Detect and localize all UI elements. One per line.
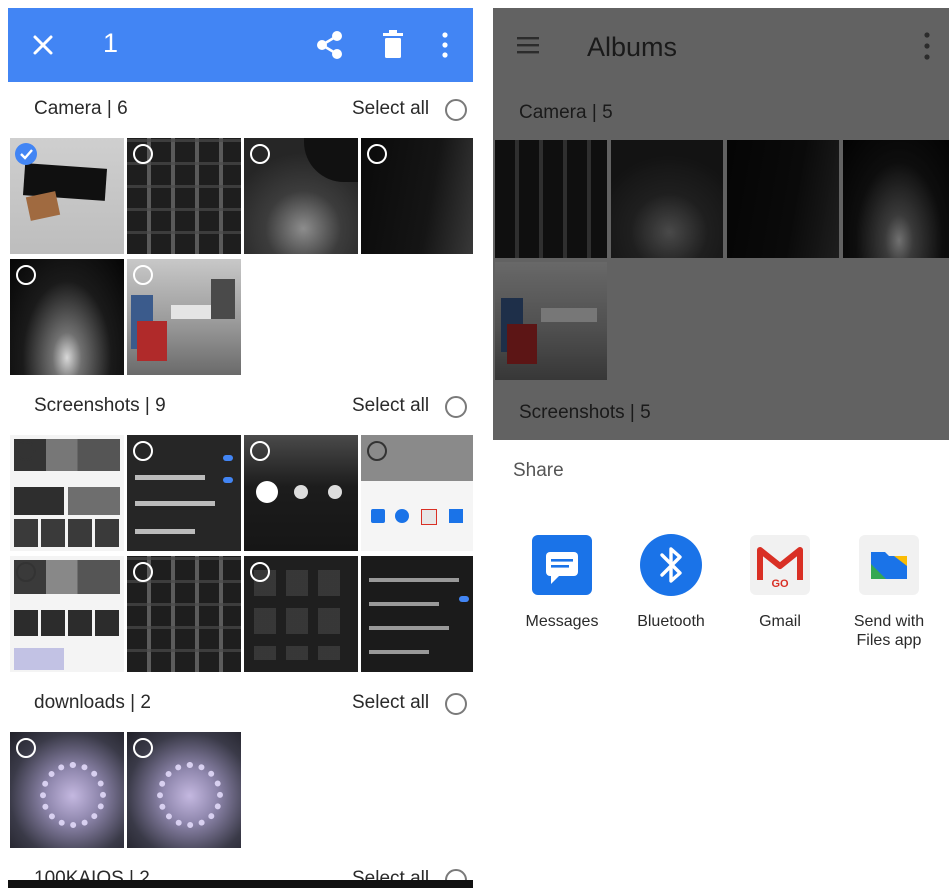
share-app-gmail[interactable]: GO Gmail (725, 532, 835, 631)
photo-tile[interactable] (10, 556, 124, 672)
photo-tile[interactable] (10, 732, 124, 848)
share-app-label: Messages (525, 613, 599, 630)
photo-tile[interactable] (361, 556, 473, 672)
navigation-bar (8, 880, 473, 888)
select-circle-icon[interactable] (133, 265, 153, 285)
photo-picker-panel: 1 Camera | 6 Select all Screenshots | 9 … (8, 8, 473, 888)
share-app-messages[interactable]: Messages (507, 532, 617, 631)
select-all-circle-icon[interactable] (445, 693, 467, 715)
albums-screen: Albums Camera | 5 Screenshots | 5 (493, 8, 949, 440)
select-all-circle-icon[interactable] (445, 396, 467, 418)
select-circle-icon[interactable] (16, 441, 36, 461)
select-circle-icon[interactable] (133, 738, 153, 758)
share-app-label: Bluetooth (637, 613, 705, 630)
section-header-downloads: downloads | 2 Select all (8, 684, 473, 724)
select-circle-icon[interactable] (133, 441, 153, 461)
select-all-button[interactable]: Select all (352, 395, 429, 417)
select-circle-icon[interactable] (133, 144, 153, 164)
select-circle-icon[interactable] (250, 144, 270, 164)
select-circle-icon[interactable] (250, 441, 270, 461)
photo-tile[interactable] (127, 732, 241, 848)
select-circle-icon[interactable] (16, 738, 36, 758)
select-all-button[interactable]: Select all (352, 692, 429, 714)
trash-icon[interactable] (376, 28, 410, 62)
photo-tile[interactable] (10, 259, 124, 375)
share-app-label: Send with Files app (853, 613, 925, 649)
select-all-circle-icon[interactable] (445, 99, 467, 121)
photo-tile[interactable] (127, 259, 241, 375)
select-all-button[interactable]: Select all (352, 98, 429, 120)
select-circle-icon[interactable] (367, 441, 387, 461)
share-app-label: Gmail (759, 613, 801, 630)
share-sheet-title: Share (513, 460, 564, 481)
select-circle-icon[interactable] (367, 144, 387, 164)
photo-tile[interactable] (127, 138, 241, 254)
photo-tile[interactable] (361, 435, 473, 551)
messages-icon (529, 532, 595, 598)
close-icon[interactable] (28, 30, 58, 60)
photo-tile[interactable] (127, 435, 241, 551)
share-app-bluetooth[interactable]: Bluetooth (616, 532, 726, 631)
photo-tile[interactable] (244, 138, 358, 254)
photo-tile[interactable] (127, 556, 241, 672)
scrim-overlay[interactable] (493, 8, 949, 440)
photo-tile[interactable] (10, 138, 124, 254)
section-title: downloads | 2 (34, 692, 151, 713)
share-icon[interactable] (313, 28, 347, 62)
section-header-camera: Camera | 6 Select all (8, 90, 473, 130)
photo-tile[interactable] (361, 138, 473, 254)
select-circle-icon[interactable] (133, 562, 153, 582)
select-circle-icon[interactable] (16, 562, 36, 582)
files-app-icon (856, 532, 922, 598)
section-title: Camera | 6 (34, 98, 128, 119)
photo-tile[interactable] (244, 556, 358, 672)
bluetooth-icon (638, 532, 704, 598)
photo-tile[interactable] (10, 435, 124, 551)
gmail-go-badge: GO (771, 578, 789, 590)
select-circle-icon[interactable] (16, 265, 36, 285)
section-header-screenshots: Screenshots | 9 Select all (8, 387, 473, 427)
select-circle-icon[interactable] (250, 562, 270, 582)
photo-tile[interactable] (244, 435, 358, 551)
selected-count: 1 (103, 28, 119, 58)
selected-check-icon (15, 143, 37, 165)
gmail-icon: GO (747, 532, 813, 598)
share-sheet-panel: Albums Camera | 5 Screenshots | 5 Share (493, 8, 949, 888)
more-vert-icon[interactable] (428, 28, 462, 62)
selection-toolbar: 1 (8, 8, 473, 82)
section-title: Screenshots | 9 (34, 395, 166, 416)
share-app-files[interactable]: Send with Files app (834, 532, 944, 650)
